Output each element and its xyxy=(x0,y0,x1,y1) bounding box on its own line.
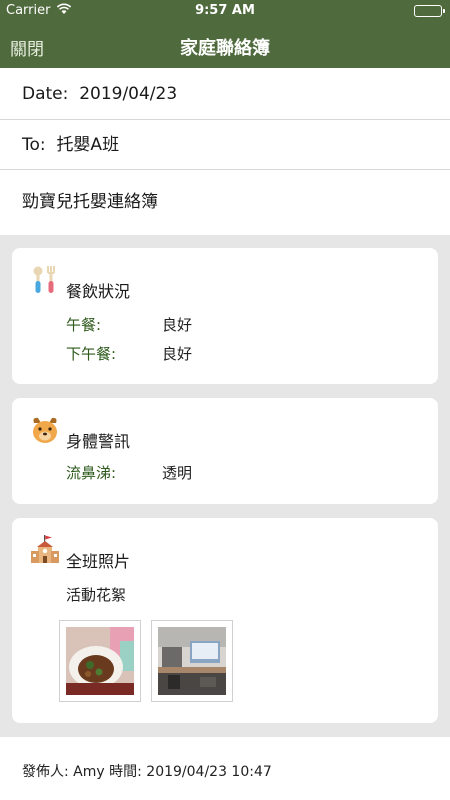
to-value: 托嬰A班 xyxy=(56,135,120,155)
food-photo-image xyxy=(66,627,134,695)
snack-value: 良好 xyxy=(162,345,193,363)
date-row: Date: 2019/04/23 xyxy=(0,68,450,120)
date-label: Date: xyxy=(22,84,69,104)
food-photo-thumbnail[interactable] xyxy=(59,620,141,702)
classroom-photo-image xyxy=(158,627,226,695)
dog-icon xyxy=(29,414,61,446)
clock: 9:57 AM xyxy=(195,3,255,18)
posted-by-info: 發佈人: Amy 時間: 2019/04/23 10:47 xyxy=(22,764,272,780)
runny-nose-value: 透明 xyxy=(162,464,193,482)
meal-card-title: 餐飲狀況 xyxy=(66,282,131,301)
subject-text: 勁寶兒托嬰連絡簿 xyxy=(22,192,158,212)
utensils-icon xyxy=(29,264,61,296)
runny-nose-label: 流鼻涕: xyxy=(66,464,117,482)
date-value: 2019/04/23 xyxy=(79,84,178,104)
recipient-row: To: 托嬰A班 xyxy=(0,120,450,170)
photos-card-title: 全班照片 xyxy=(66,552,131,571)
subject-row: 勁寶兒托嬰連絡簿 xyxy=(0,170,450,235)
footer: 發佈人: Amy 時間: 2019/04/23 10:47 xyxy=(0,737,450,800)
health-card-title: 身體警訊 xyxy=(66,432,131,451)
navigation-bar: 關閉 家庭聯絡簿 xyxy=(0,22,450,68)
classroom-photo-thumbnail[interactable] xyxy=(151,620,233,702)
lunch-label: 午餐: xyxy=(66,316,102,334)
snack-label: 下午餐: xyxy=(66,345,117,363)
meal-card: 餐飲狀況 午餐: 良好 下午餐: 良好 xyxy=(12,248,438,384)
lunch-value: 良好 xyxy=(162,316,193,334)
status-bar: Carrier 9:57 AM xyxy=(0,0,450,22)
health-card: 身體警訊 流鼻涕: 透明 xyxy=(12,398,438,504)
class-photos-card: 全班照片 活動花絮 xyxy=(12,518,438,723)
report-feed: 餐飲狀況 午餐: 良好 下午餐: 良好 身體警訊 流鼻涕: 透明 全班照片 活動… xyxy=(0,235,450,737)
school-icon xyxy=(29,534,61,566)
to-label: To: xyxy=(22,135,46,155)
page-title: 家庭聯絡簿 xyxy=(180,38,270,59)
battery-icon xyxy=(414,5,445,17)
activity-caption: 活動花絮 xyxy=(66,586,127,604)
